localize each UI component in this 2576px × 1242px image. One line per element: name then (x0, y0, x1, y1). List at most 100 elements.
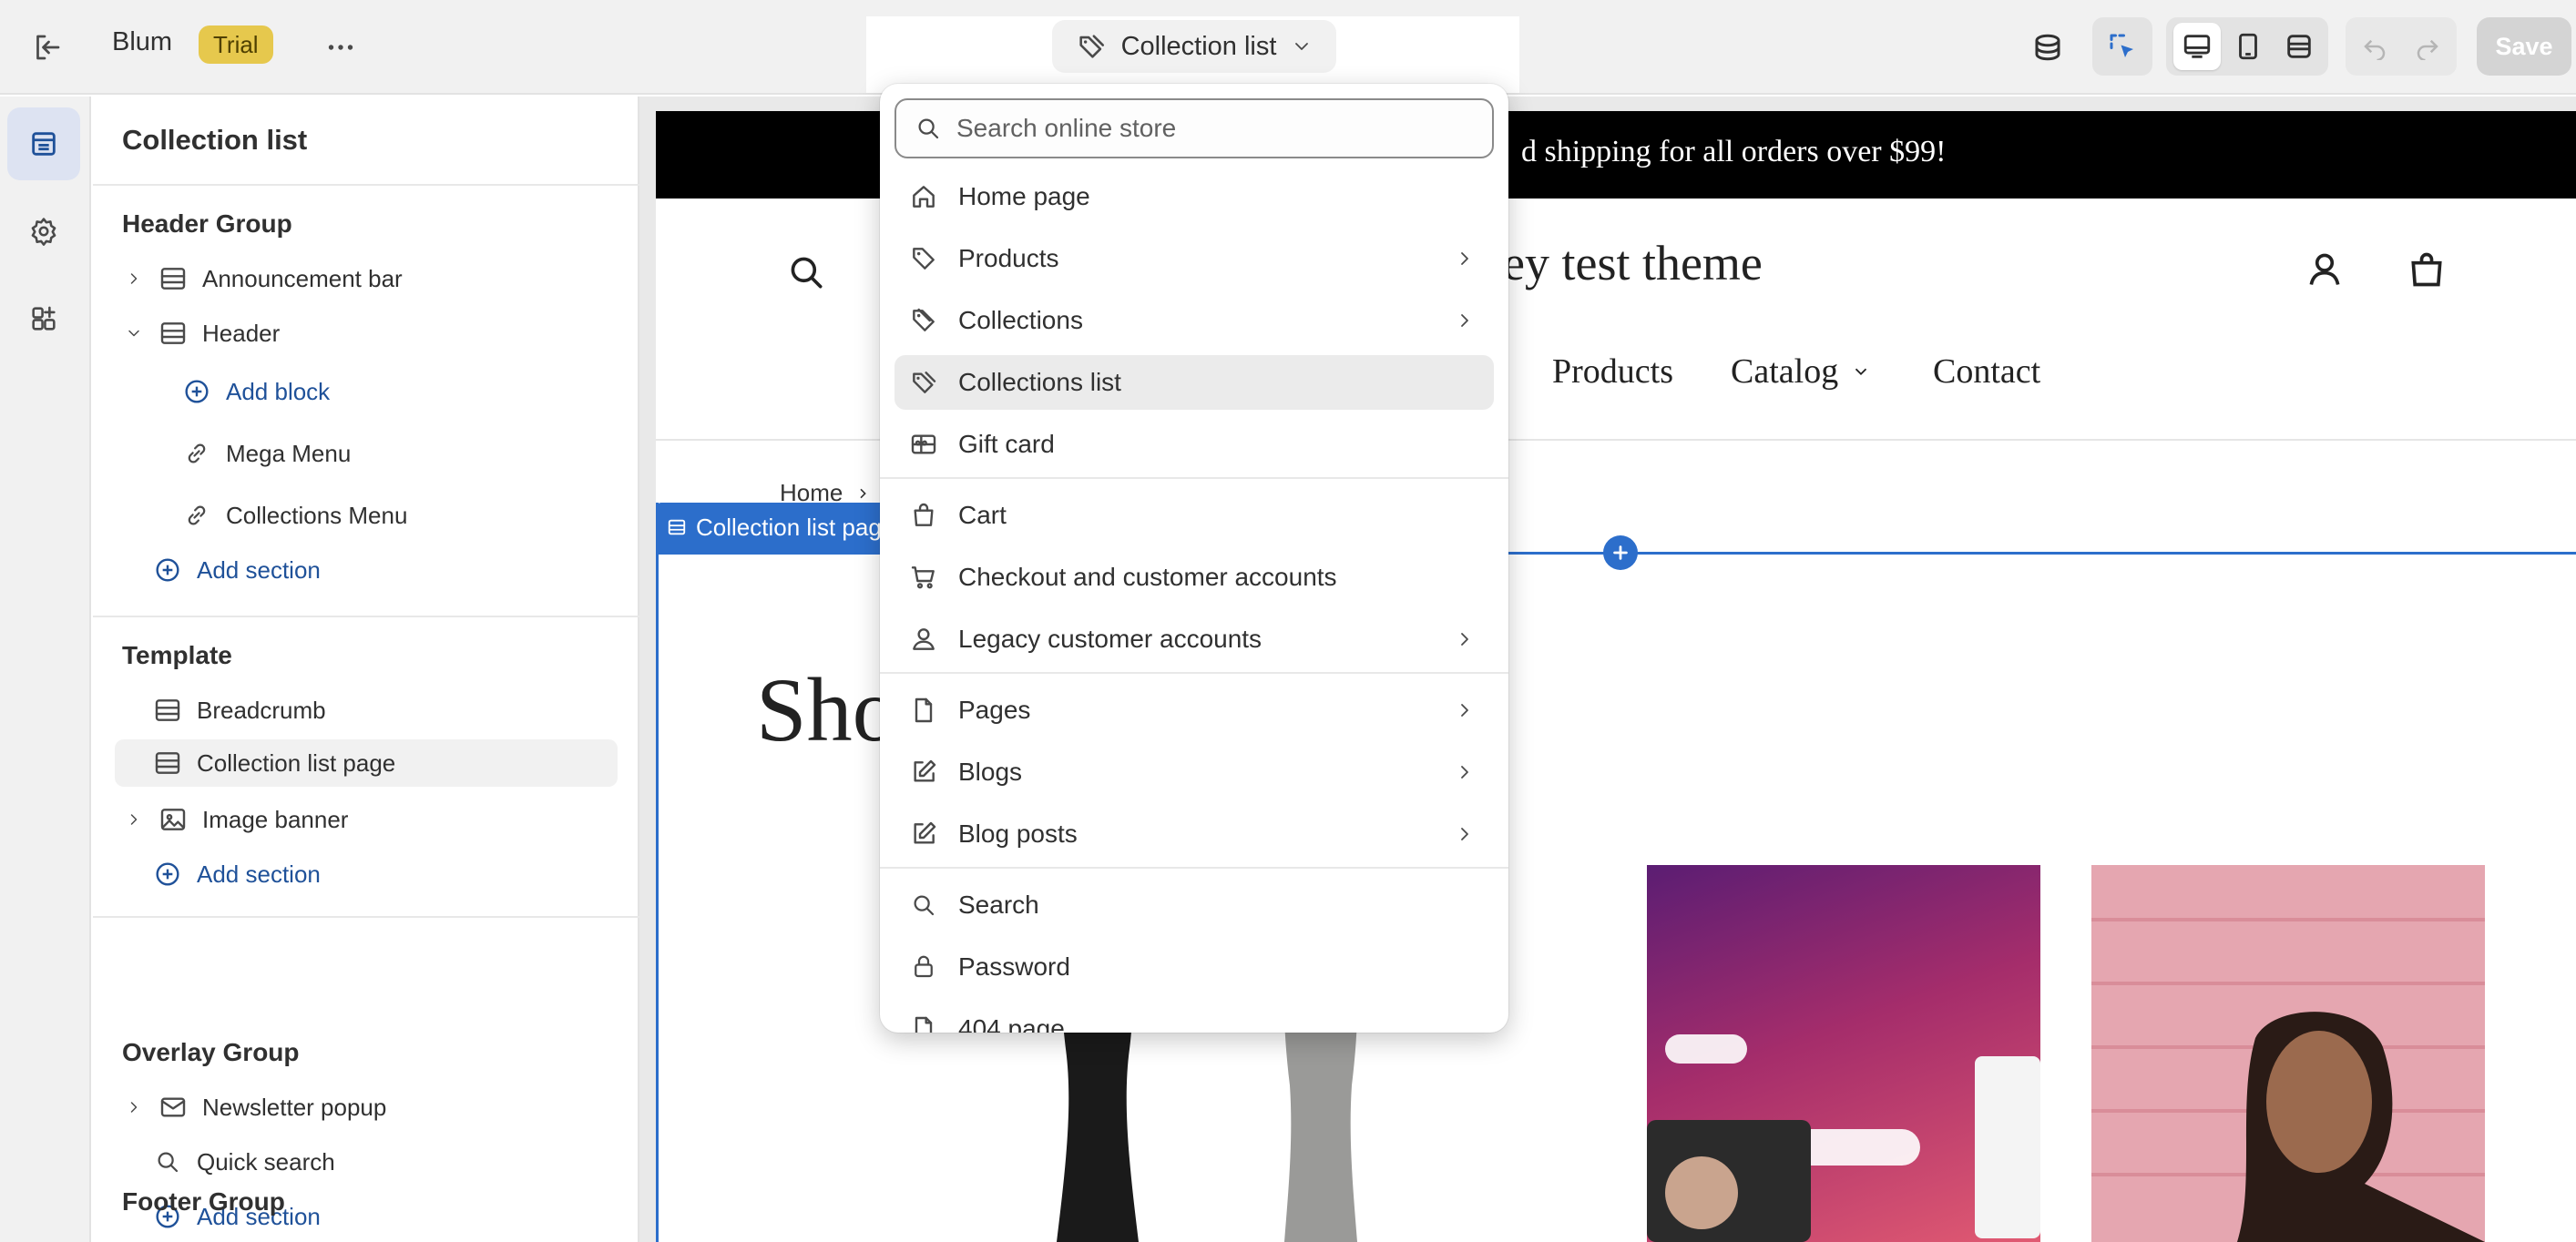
selected-section-tag[interactable]: Collection list pag (656, 503, 896, 552)
section-announcement-bar[interactable]: Announcement bar (122, 255, 610, 302)
section-collection-list-page[interactable]: Collection list page (115, 739, 618, 787)
exit-editor-button[interactable] (24, 24, 71, 71)
dropdown-item-gift-card[interactable]: Gift card (894, 417, 1494, 472)
store-nav-contact[interactable]: Contact (1933, 351, 2040, 392)
store-nav-catalog-label: Catalog (1731, 352, 1839, 391)
database-icon (2035, 34, 2060, 61)
undo-button[interactable] (2351, 23, 2398, 70)
online-store-search-input[interactable] (956, 114, 1467, 143)
dropdown-item-password[interactable]: Password (894, 940, 1494, 994)
model-brick-wall-image[interactable] (2091, 865, 2485, 1242)
section-header[interactable]: Header (122, 310, 610, 357)
store-nav-catalog[interactable]: Catalog (1731, 351, 1871, 392)
block-collections-menu[interactable]: Collections Menu (180, 492, 610, 539)
redo-icon (2417, 39, 2438, 60)
chevron-right-icon[interactable] (122, 810, 146, 829)
chevron-down-icon (1295, 43, 1309, 50)
add-section-plus-button[interactable] (1603, 535, 1638, 570)
viewport-toggle-group (2166, 17, 2328, 76)
dropdown-item-blogs[interactable]: Blogs (894, 745, 1494, 799)
chevron-right-icon (1454, 628, 1476, 650)
online-store-search-field[interactable] (894, 98, 1494, 158)
add-block-button[interactable]: Add block (180, 368, 610, 415)
block-mega-menu-label: Mega Menu (226, 439, 352, 467)
editor-topbar: Blum Trial Collection list Save (0, 0, 2576, 95)
dropdown-item-pages-label: Pages (958, 696, 1031, 724)
desktop-view-button[interactable] (2173, 23, 2221, 70)
cart-icon (907, 563, 940, 592)
section-selection-outline-left (656, 503, 659, 1242)
apps-tab-button[interactable] (7, 282, 80, 355)
dropdown-item-products[interactable]: Products (894, 231, 1494, 286)
store-logo-text[interactable]: iley test theme (1476, 235, 1763, 291)
promo-banner-image[interactable] (1647, 865, 2040, 1242)
section-breadcrumb-label: Breadcrumb (197, 696, 326, 724)
redo-button[interactable] (2404, 23, 2451, 70)
add-section-template[interactable]: Add section (151, 850, 610, 898)
edit-icon (907, 820, 940, 849)
store-cart-icon[interactable] (2407, 249, 2447, 290)
store-search-icon[interactable] (787, 253, 827, 293)
dropdown-item-home-page-label: Home page (958, 182, 1090, 210)
save-button[interactable]: Save (2477, 17, 2571, 76)
dropdown-item-collections-label: Collections (958, 306, 1083, 334)
dropdown-item-home-page[interactable]: Home page (894, 169, 1494, 224)
dropdown-divider (880, 867, 1508, 869)
dropdown-item-checkout[interactable]: Checkout and customer accounts (894, 550, 1494, 605)
mobile-view-button[interactable] (2224, 23, 2272, 70)
dropdown-item-cart[interactable]: Cart (894, 488, 1494, 543)
add-block-label: Add block (226, 377, 331, 405)
group-divider (93, 616, 639, 617)
chevron-down-icon[interactable] (122, 324, 146, 342)
section-image-banner[interactable]: Image banner (122, 796, 610, 843)
add-section-header-group[interactable]: Add section (151, 546, 610, 594)
theme-settings-tab-button[interactable] (7, 195, 80, 268)
section-newsletter-popup[interactable]: Newsletter popup (122, 1084, 610, 1131)
add-section-label: Add section (197, 555, 321, 584)
dropdown-item-pages[interactable]: Pages (894, 683, 1494, 738)
sections-icon (32, 132, 56, 156)
section-breadcrumb[interactable]: Breadcrumb (151, 687, 610, 734)
sections-tab-button[interactable] (7, 107, 80, 180)
page-heading-preview[interactable]: Sho (756, 657, 898, 762)
dropdown-item-collections[interactable]: Collections (894, 293, 1494, 348)
chevron-right-icon[interactable] (122, 270, 146, 288)
store-nav-products[interactable]: Products (1552, 351, 1673, 392)
dropdown-item-404-page[interactable]: 404 page (894, 1002, 1494, 1033)
mobile-icon (2239, 33, 2257, 60)
dropdown-item-legacy-accounts[interactable]: Legacy customer accounts (894, 612, 1494, 667)
plus-circle-icon (151, 860, 184, 889)
section-quick-search[interactable]: Quick search (151, 1138, 610, 1186)
section-icon (157, 264, 189, 293)
dropdown-item-cart-label: Cart (958, 501, 1007, 529)
link-icon (180, 502, 213, 529)
more-actions-button[interactable] (317, 24, 364, 71)
dropdown-item-collections-list-label: Collections list (958, 368, 1121, 396)
store-account-icon[interactable] (2305, 249, 2345, 290)
sidebar-divider (93, 184, 639, 186)
chevron-down-icon (1855, 368, 1867, 376)
block-collections-menu-label: Collections Menu (226, 501, 408, 529)
section-header-label: Header (202, 319, 281, 347)
history-group (2346, 17, 2457, 76)
chevron-right-icon[interactable] (122, 1098, 146, 1116)
fullscreen-view-button[interactable] (2275, 23, 2323, 70)
dropdown-item-search[interactable]: Search (894, 878, 1494, 932)
inspector-toggle-button[interactable] (2092, 17, 2152, 76)
exit-icon (36, 35, 60, 60)
chevron-right-icon (1454, 248, 1476, 270)
dropdown-item-collections-list[interactable]: Collections list (894, 355, 1494, 410)
add-section-label: Add section (197, 860, 321, 888)
chevron-right-icon (1454, 310, 1476, 331)
page-icon (907, 1014, 940, 1033)
section-newsletter-popup-label: Newsletter popup (202, 1093, 387, 1121)
block-mega-menu[interactable]: Mega Menu (180, 430, 610, 477)
gear-icon (31, 218, 56, 246)
template-selector-label: Collection list (1120, 31, 1277, 61)
template-selector-button[interactable]: Collection list (1052, 20, 1336, 73)
sidebar-title: Collection list (122, 124, 308, 156)
dropdown-item-blog-posts[interactable]: Blog posts (894, 807, 1494, 861)
theme-database-button[interactable] (2024, 24, 2071, 71)
section-image-banner-label: Image banner (202, 805, 349, 833)
tag-icon (907, 244, 940, 273)
